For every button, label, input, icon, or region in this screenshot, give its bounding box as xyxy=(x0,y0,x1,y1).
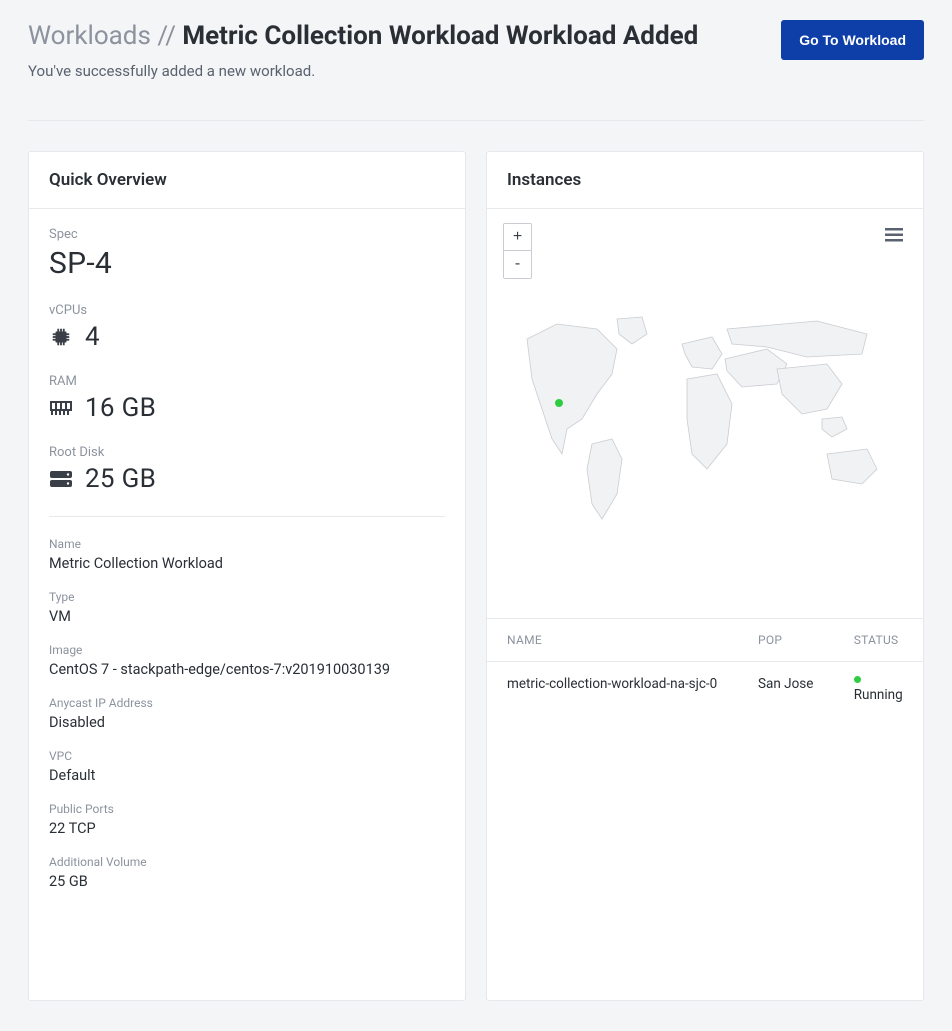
detail-volume-value: 25 GB xyxy=(49,873,445,890)
rootdisk-value: 25 GB xyxy=(85,464,156,494)
detail-ports-label: Public Ports xyxy=(49,802,445,816)
instances-card: Instances + - xyxy=(486,151,924,1001)
detail-image: Image CentOS 7 - stackpath-edge/centos-7… xyxy=(49,643,445,678)
divider xyxy=(49,516,445,517)
instance-name: metric-collection-workload-na-sjc-0 xyxy=(487,661,738,717)
quick-overview-card: Quick Overview Spec SP-4 vCPUs xyxy=(28,151,466,1001)
table-row[interactable]: metric-collection-workload-na-sjc-0 San … xyxy=(487,661,923,717)
spec-value: SP-4 xyxy=(49,246,445,281)
detail-volume-label: Additional Volume xyxy=(49,855,445,869)
page-subtitle: You've successfully added a new workload… xyxy=(28,62,698,80)
go-to-workload-button[interactable]: Go To Workload xyxy=(781,20,924,60)
zoom-controls: + - xyxy=(503,223,532,279)
zoom-out-button[interactable]: - xyxy=(504,251,531,278)
detail-name-label: Name xyxy=(49,537,445,551)
map-marker-san-jose[interactable] xyxy=(555,399,563,407)
rootdisk-block: Root Disk 25 GB xyxy=(49,445,445,494)
ram-value: 16 GB xyxy=(85,393,156,423)
col-name: NAME xyxy=(487,619,738,662)
detail-anycast-label: Anycast IP Address xyxy=(49,696,445,710)
instances-title: Instances xyxy=(487,152,923,209)
detail-ports-value: 22 TCP xyxy=(49,820,445,837)
detail-anycast-value: Disabled xyxy=(49,714,445,731)
zoom-in-button[interactable]: + xyxy=(504,224,531,251)
detail-name-value: Metric Collection Workload xyxy=(49,555,445,572)
instance-pop: San Jose xyxy=(738,661,834,717)
title-main: Metric Collection Workload Workload Adde… xyxy=(182,21,698,51)
detail-type-value: VM xyxy=(49,608,445,625)
detail-type: Type VM xyxy=(49,590,445,625)
detail-vpc: VPC Default xyxy=(49,749,445,784)
col-status: STATUS xyxy=(834,619,923,662)
memory-icon xyxy=(49,396,73,420)
detail-vpc-value: Default xyxy=(49,767,445,784)
world-map[interactable] xyxy=(507,309,887,529)
detail-vpc-label: VPC xyxy=(49,749,445,763)
disk-icon xyxy=(49,467,73,491)
instance-status: Running xyxy=(854,687,903,703)
detail-image-value: CentOS 7 - stackpath-edge/centos-7:v2019… xyxy=(49,661,445,678)
detail-type-label: Type xyxy=(49,590,445,604)
spec-label: Spec xyxy=(49,227,445,242)
vcpus-label: vCPUs xyxy=(49,303,445,318)
title-block: Workloads // Metric Collection Workload … xyxy=(28,20,698,80)
detail-anycast: Anycast IP Address Disabled xyxy=(49,696,445,731)
cpu-icon xyxy=(49,325,73,349)
detail-image-label: Image xyxy=(49,643,445,657)
page-header: Workloads // Metric Collection Workload … xyxy=(28,20,924,121)
col-pop: POP xyxy=(738,619,834,662)
vcpus-block: vCPUs 4 xyxy=(49,303,445,352)
quick-overview-title: Quick Overview xyxy=(29,152,465,209)
instances-table: NAME POP STATUS metric-collection-worklo… xyxy=(487,619,923,717)
detail-ports: Public Ports 22 TCP xyxy=(49,802,445,837)
detail-name: Name Metric Collection Workload xyxy=(49,537,445,572)
rootdisk-label: Root Disk xyxy=(49,445,445,460)
hamburger-icon[interactable] xyxy=(885,227,903,246)
vcpus-value: 4 xyxy=(85,322,100,352)
map-area: + - xyxy=(487,209,923,619)
ram-label: RAM xyxy=(49,374,445,389)
ram-block: RAM xyxy=(49,374,445,423)
page-title: Workloads // Metric Collection Workload … xyxy=(28,20,698,54)
detail-volume: Additional Volume 25 GB xyxy=(49,855,445,890)
instance-status-cell: Running xyxy=(834,661,923,717)
status-dot-icon xyxy=(854,676,861,683)
breadcrumb: Workloads // xyxy=(28,21,182,51)
spec-block: Spec SP-4 xyxy=(49,227,445,281)
